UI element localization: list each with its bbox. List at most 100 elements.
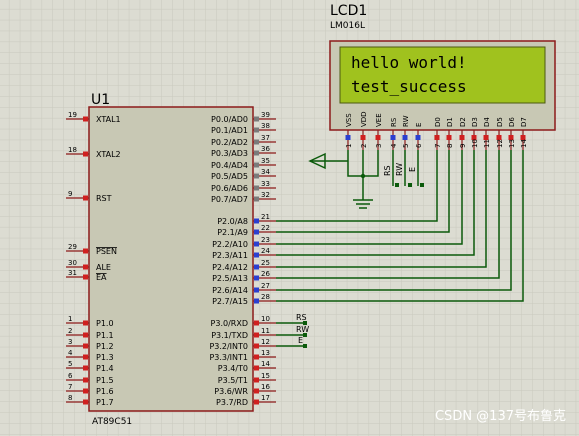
pin-number: 6	[415, 143, 423, 148]
pin-marker	[254, 354, 259, 360]
pin-marker	[254, 399, 259, 405]
pin-number: 22	[261, 224, 270, 232]
pin-marker	[254, 196, 259, 202]
pin-marker	[254, 229, 259, 235]
pin-name: P3.7/RD	[216, 398, 248, 407]
pin-number: 10	[261, 315, 270, 323]
e-net-marker	[420, 183, 424, 187]
pin-marker	[360, 135, 366, 140]
pin-number: 34	[261, 168, 270, 176]
pin-marker	[375, 135, 381, 140]
pin-name: P1.1	[96, 331, 114, 340]
pin-name: VDD	[360, 111, 368, 127]
pin-name: P1.6	[96, 387, 114, 396]
rw-net-label: RW	[395, 163, 404, 176]
pin-name: D6	[508, 117, 516, 127]
rs-net-marker	[395, 183, 399, 187]
pin-number: 13	[261, 349, 270, 357]
mcu-component[interactable]: U1 AT89C51 19 XTAL118 XTAL29 RST29 PSEN30 ALE…	[66, 92, 276, 427]
lcd-ref-label: LCD1	[330, 3, 367, 19]
pin-number: 5	[402, 144, 410, 148]
pin-marker	[254, 275, 259, 281]
pin-name: RST	[96, 194, 112, 203]
lcd-line-2: test_success	[351, 77, 467, 96]
pin-marker	[254, 264, 259, 270]
pin-number: 12	[261, 338, 270, 346]
rs-net-label: RS	[383, 165, 392, 176]
pin-marker	[83, 365, 88, 371]
pin-marker	[254, 150, 259, 156]
pin-name: D5	[496, 117, 504, 127]
pin-name: P1.2	[96, 342, 114, 351]
pin-number: 9	[459, 144, 467, 148]
pin-marker	[254, 332, 259, 338]
pin-name: P1.0	[96, 319, 114, 328]
pin-marker	[254, 365, 259, 371]
pin-number: 4	[68, 349, 73, 357]
pin-number: 11	[483, 139, 491, 148]
p3-e-marker	[303, 344, 307, 348]
pin-marker	[83, 320, 88, 326]
pin-name: E	[415, 123, 423, 127]
pin-marker	[254, 185, 259, 191]
pin-number: 33	[261, 180, 270, 188]
pin-number: 1	[345, 144, 353, 148]
pin-number: 7	[68, 383, 72, 391]
pin-number: 3	[68, 338, 72, 346]
pin-name: P1.5	[96, 376, 114, 385]
e-net-label: E	[408, 167, 417, 172]
schematic-canvas[interactable]: U1 AT89C51 19 XTAL1 18 XTAL2 9 RST 29 PSEN 30 ALE…	[0, 0, 579, 436]
pin-name: P2.2/A10	[212, 240, 248, 249]
pin-name: P0.5/AD5	[211, 172, 248, 181]
pin-marker	[254, 116, 259, 122]
pin-marker	[254, 218, 259, 224]
pin-number: 6	[68, 372, 73, 380]
pin-number: 8	[446, 144, 454, 148]
pin-marker	[345, 135, 351, 140]
pin-marker	[446, 135, 452, 140]
pin-name: D3	[471, 117, 479, 127]
pin-number: 26	[261, 270, 270, 278]
pin-name: P3.5/T1	[218, 376, 248, 385]
pin-name: P2.0/A8	[217, 217, 248, 226]
pin-name: P3.6/WR	[214, 387, 248, 396]
pin-marker	[83, 343, 88, 349]
pin-number: 18	[68, 146, 77, 154]
pin-number: 17	[261, 394, 270, 402]
pin-marker	[83, 399, 88, 405]
pin-marker	[402, 135, 408, 140]
pin-number: 37	[261, 134, 270, 142]
pin-name: P2.6/A14	[212, 286, 248, 295]
p3-rs-label: RS	[296, 313, 307, 322]
rw-net-marker	[408, 183, 412, 187]
pin-name: XTAL1	[96, 115, 121, 124]
pin-number: 35	[261, 157, 270, 165]
mcu-part-label: AT89C51	[92, 417, 132, 427]
pin-number: 29	[68, 243, 77, 251]
pin-marker	[83, 116, 88, 122]
pin-number: 1	[68, 315, 72, 323]
pin-number: 12	[496, 139, 504, 148]
pin-marker	[459, 135, 465, 140]
pin-name: VSS	[345, 113, 353, 127]
watermark: CSDN @137号布鲁克	[435, 409, 566, 424]
pin-number: 9	[68, 190, 72, 198]
pin-name: D0	[434, 117, 442, 127]
lcd-line-1: hello world!	[351, 53, 467, 72]
pin-marker	[83, 195, 88, 201]
pin-number: 23	[261, 236, 270, 244]
pin-number: 16	[261, 383, 270, 391]
pin-marker	[254, 173, 259, 179]
pin-number: 7	[434, 144, 442, 148]
pin-name: P0.2/AD2	[211, 138, 248, 147]
mcu-ref-label: U1	[91, 92, 110, 108]
pin-name: ALE	[96, 263, 111, 272]
pin-marker	[83, 264, 88, 270]
pin-number: 19	[68, 111, 77, 119]
pin-marker	[254, 320, 259, 326]
pin-marker	[390, 135, 396, 140]
pin-name: PSEN	[96, 247, 117, 256]
pin-name: P0.4/AD4	[211, 161, 248, 170]
pin-marker	[254, 139, 259, 145]
pin-number: 36	[261, 145, 270, 153]
